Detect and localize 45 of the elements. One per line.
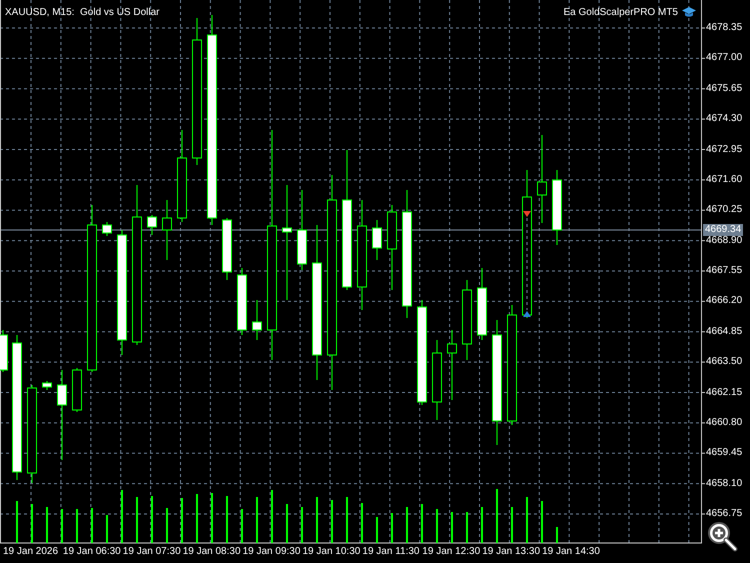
- price-label: 4674.30: [706, 114, 742, 124]
- price-label: 4666.20: [706, 296, 742, 306]
- candlestick: [102, 222, 112, 236]
- price-label: 4675.65: [706, 84, 742, 94]
- time-label: 19 Jan 11:30: [362, 546, 420, 557]
- candlestick: [237, 268, 247, 336]
- candlestick: [42, 380, 52, 390]
- time-label: 19 Jan 2026: [3, 546, 58, 557]
- price-label: 4662.15: [706, 388, 742, 398]
- candlestick: [252, 300, 262, 340]
- price-label: 4672.95: [706, 144, 742, 154]
- sell-arrow-icon: [523, 211, 531, 217]
- zoom-in-icon[interactable]: [706, 520, 738, 552]
- time-label: 19 Jan 08:30: [182, 546, 241, 557]
- time-label: 19 Jan 10:30: [302, 546, 360, 557]
- price-label: 4664.85: [706, 326, 742, 337]
- expert-advisor-name: Ea GoldScalperPRO MT5: [564, 6, 678, 20]
- price-label: 4667.55: [706, 266, 742, 276]
- graduation-cap-icon[interactable]: [682, 7, 696, 18]
- candlestick: [72, 368, 82, 412]
- time-label: 19 Jan 06:30: [62, 546, 121, 557]
- buy-arrow-icon: [523, 311, 531, 317]
- candlestick: [222, 218, 232, 280]
- price-label: 4670.25: [706, 205, 742, 216]
- price-label: 4656.75: [706, 509, 742, 519]
- price-label: 4671.60: [706, 174, 742, 185]
- time-label: 19 Jan 12:30: [422, 546, 480, 557]
- time-label: 19 Jan 13:30: [482, 546, 540, 557]
- candlestick: [147, 214, 157, 236]
- candlestick: [447, 330, 457, 400]
- price-label: 4663.50: [706, 357, 742, 368]
- chart-title: XAUUSD, M15: Gold vs US Dollar: [5, 6, 160, 20]
- time-label: 19 Jan 09:30: [242, 546, 300, 557]
- time-label: 19 Jan 14:30: [542, 546, 600, 557]
- price-label: 4678.35: [706, 23, 742, 33]
- price-label: 4659.45: [706, 448, 742, 458]
- price-label: 4677.00: [706, 53, 742, 64]
- candlestick: [372, 220, 382, 260]
- candlestick: [162, 200, 172, 260]
- price-label: 4668.90: [706, 236, 742, 246]
- candlestick: [0, 330, 8, 372]
- time-label: 19 Jan 07:30: [122, 546, 181, 557]
- current-price-label: 4669.34: [703, 224, 744, 236]
- price-label: 4660.80: [706, 418, 742, 428]
- price-label: 4658.10: [706, 478, 742, 489]
